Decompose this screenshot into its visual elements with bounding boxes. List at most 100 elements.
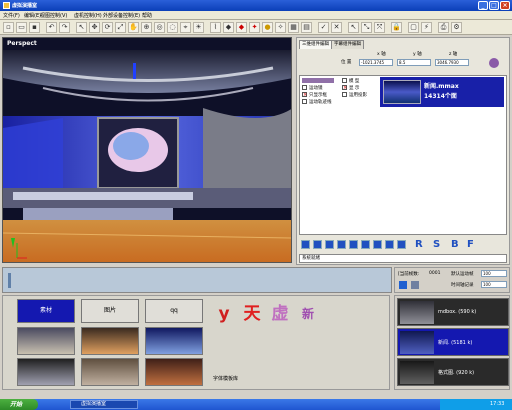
letter-s-button[interactable]: S [433,239,440,250]
checkbox-frame[interactable]: × [302,92,307,98]
font-template-4[interactable]: 新 [295,301,321,327]
checkbox-track[interactable] [302,99,307,104]
new-file-icon[interactable]: ▫ [3,22,14,33]
unlink-icon[interactable]: ⤧ [374,22,385,33]
material-thumb-6[interactable] [145,358,203,386]
font-template-1[interactable]: y [211,301,237,327]
graph-icon[interactable]: ⌇ [210,22,221,33]
tab-subtitle-component[interactable]: 字幕组件编辑 [331,40,364,49]
material-thumb-3[interactable] [145,327,203,355]
pan-icon[interactable]: ✋ [128,22,139,33]
timeline-record-field[interactable]: 100 [481,281,507,288]
close-button[interactable]: × [500,1,510,10]
tab-3d-component[interactable]: 三维组件编辑 [299,40,332,49]
menu-file[interactable]: 文件(F) [3,12,20,19]
link-icon[interactable]: ⤡ [361,22,372,33]
font-template-3[interactable]: 虚 [267,301,293,327]
scale-icon[interactable]: ⤢ [115,22,126,33]
tool-icon-4[interactable] [337,240,346,249]
undo-icon[interactable]: ↶ [46,22,57,33]
settings-icon[interactable]: ⚙ [451,22,462,33]
font-template-2[interactable]: 天 [239,301,265,327]
tool-icon-1[interactable] [301,240,310,249]
perspective-viewport[interactable]: Perspect [2,37,292,263]
tool-icon-7[interactable] [373,240,382,249]
position-y-field[interactable]: 8.5 [397,59,431,66]
pointer-icon[interactable]: ↖ [348,22,359,33]
tab-qq[interactable]: qq [145,299,203,323]
light-icon[interactable]: ☀ [193,22,204,33]
run-icon[interactable]: ⚡ [421,22,432,33]
object-list[interactable]: 模 型 × 显 示 运用投影 运动镜 × 只显示框 运动轨迹线 新闻.mmax … [299,75,507,235]
menu-machine[interactable]: 虚机控制(H) [74,12,102,19]
stop-icon[interactable] [411,281,419,289]
template-item[interactable]: mdbox. (590 k) [397,298,509,326]
tool-icon-5[interactable] [349,240,358,249]
material-thumb-1[interactable] [17,327,75,355]
lock-icon[interactable]: 🔒 [391,22,402,33]
tool-icon-8[interactable] [385,240,394,249]
letter-f-button[interactable]: F [467,239,474,250]
lamp-icon[interactable]: ✧ [275,22,286,33]
material-thumb-4[interactable] [17,358,75,386]
play-icon[interactable] [399,281,407,289]
cube-icon[interactable]: ◆ [223,22,234,33]
open-folder-icon[interactable]: ▭ [16,22,27,33]
letter-r-button[interactable]: R [415,239,423,250]
template-thumb [400,331,434,354]
checkbox-shadow-label: 运用投影 [349,93,367,98]
select-icon[interactable]: ↖ [76,22,87,33]
timeline[interactable] [2,267,392,293]
tab-material[interactable]: 素材 [17,299,75,323]
letter-b-button[interactable]: B [451,239,459,250]
color-indicator[interactable] [489,58,499,68]
template-name: mdbox. (590 k) [438,309,477,315]
fit-icon[interactable]: ⌖ [180,22,191,33]
camera-icon[interactable]: ◎ [154,22,165,33]
motion-frame-field[interactable]: 100 [481,270,507,277]
tool-icon-6[interactable] [361,240,370,249]
maximize-button[interactable]: □ [489,1,499,10]
tool-icon-2[interactable] [313,240,322,249]
menu-device[interactable]: 外部设备控制(E) [103,12,140,19]
checkbox-motion-label: 运动镜 [309,86,323,91]
template-item[interactable]: 格式图. (920 k) [397,358,509,386]
selected-object-item[interactable]: 新闻.mmax 14314个面 [380,77,504,107]
checkbox-shadow[interactable] [342,92,347,97]
menu-edit[interactable]: 编辑(E) [24,12,41,19]
texture-icon[interactable]: ▦ [288,22,299,33]
checkbox-motion[interactable] [302,85,307,90]
red-object-icon[interactable]: ✦ [249,22,260,33]
redo-icon[interactable]: ↷ [59,22,70,33]
tool-icon-9[interactable] [397,240,406,249]
cross-icon[interactable]: ✕ [331,22,342,33]
font-template-label: 字体模板库 [213,376,239,382]
zoom-icon[interactable]: ⊕ [141,22,152,33]
orbit-icon[interactable]: ◌ [167,22,178,33]
frame-icon[interactable]: ▢ [408,22,419,33]
taskbar-app-item[interactable]: 虚拟演播室 [70,400,138,409]
bulb-icon[interactable]: ● [262,22,273,33]
position-z-field[interactable]: 3046.7930 [435,59,469,66]
template-thumb [400,301,434,324]
move-icon[interactable]: ✥ [89,22,100,33]
red-shape-icon[interactable]: ◆ [236,22,247,33]
material-thumb-5[interactable] [81,358,139,386]
material-icon[interactable]: ▤ [301,22,312,33]
print-icon[interactable]: ⎙ [438,22,449,33]
material-thumb-2[interactable] [81,327,139,355]
minimize-button[interactable]: _ [478,1,488,10]
tab-pictures[interactable]: 图片 [81,299,139,323]
menu-help[interactable]: 帮助 [142,12,152,19]
menu-view[interactable]: 视图控制(V) [40,12,67,19]
timeline-slider[interactable] [8,273,11,288]
rotate-icon[interactable]: ⟳ [102,22,113,33]
template-item-selected[interactable]: 新闻. (5181 k) [397,328,509,356]
save-icon[interactable]: ▪ [29,22,40,33]
checkbox-model[interactable] [342,78,347,83]
checkbox-display[interactable]: × [342,85,347,91]
check-icon[interactable]: ✓ [318,22,329,33]
start-button[interactable]: 开始 [0,399,38,410]
tool-icon-3[interactable] [325,240,334,249]
position-x-field[interactable]: -1021.3745 [359,59,393,66]
